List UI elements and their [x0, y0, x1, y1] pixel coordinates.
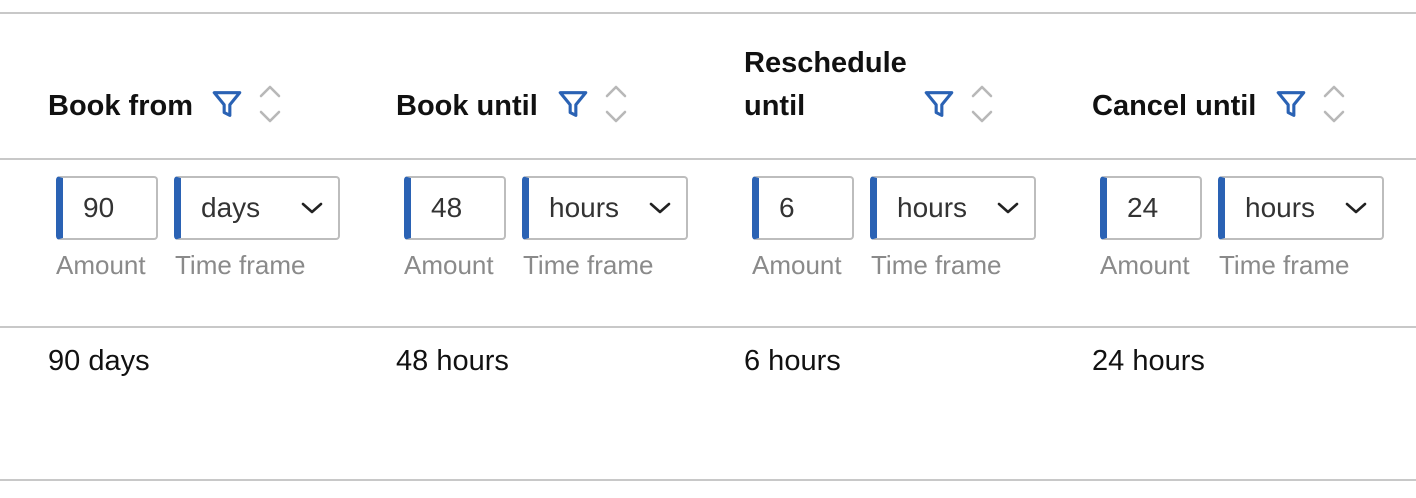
- column-header: Reschedule until: [744, 47, 1044, 138]
- timeframe-value: hours: [897, 192, 968, 223]
- amount-caption: Amount: [56, 250, 146, 280]
- timeframe-caption: Time frame: [175, 250, 306, 280]
- column-title: Book from: [48, 90, 193, 122]
- amount-value: 48: [431, 192, 463, 223]
- timeframe-value: days: [201, 192, 261, 223]
- chevron-down-icon: [1344, 200, 1368, 216]
- column-header: Cancel until: [1092, 48, 1392, 138]
- filter-icon[interactable]: [556, 87, 590, 121]
- table-top-divider: [0, 12, 1416, 14]
- amount-input[interactable]: 6: [752, 176, 854, 240]
- timeframe-select[interactable]: hours: [522, 176, 688, 240]
- filter-row-divider: [0, 326, 1416, 328]
- amount-value: 90: [83, 192, 115, 223]
- cell-value: 6 hours: [744, 345, 841, 377]
- sort-icon[interactable]: [970, 84, 994, 124]
- header-actions: [210, 84, 282, 124]
- column-header: Book until: [396, 48, 696, 138]
- timeframe-caption: Time frame: [871, 250, 1002, 280]
- amount-input[interactable]: 48: [404, 176, 506, 240]
- amount-caption: Amount: [404, 250, 494, 280]
- timeframe-select[interactable]: days: [174, 176, 340, 240]
- amount-input[interactable]: 24: [1100, 176, 1202, 240]
- filter-icon[interactable]: [210, 87, 244, 121]
- column-title: Reschedule until: [744, 47, 907, 122]
- sort-icon[interactable]: [604, 84, 628, 124]
- timeframe-select[interactable]: hours: [870, 176, 1036, 240]
- chevron-down-icon: [996, 200, 1020, 216]
- timeframe-caption: Time frame: [1219, 250, 1350, 280]
- cell-value: 24 hours: [1092, 345, 1205, 377]
- amount-caption: Amount: [1100, 250, 1190, 280]
- amount-value: 24: [1127, 192, 1159, 223]
- timeframe-value: hours: [549, 192, 620, 223]
- header-actions: [1274, 84, 1346, 124]
- header-actions: [556, 84, 628, 124]
- timeframe-value: hours: [1245, 192, 1316, 223]
- column-title: Book until: [396, 90, 538, 122]
- amount-value: 6: [779, 192, 795, 223]
- filter-icon[interactable]: [1274, 87, 1308, 121]
- timeframe-caption: Time frame: [523, 250, 654, 280]
- table-bottom-divider: [0, 479, 1416, 481]
- sort-icon[interactable]: [258, 84, 282, 124]
- amount-input[interactable]: 90: [56, 176, 158, 240]
- header-actions: [922, 84, 994, 124]
- cell-value: 90 days: [48, 345, 150, 377]
- column-header: Book from: [48, 48, 348, 138]
- cell-value: 48 hours: [396, 345, 509, 377]
- timeframe-select[interactable]: hours: [1218, 176, 1384, 240]
- sort-icon[interactable]: [1322, 84, 1346, 124]
- chevron-down-icon: [300, 200, 324, 216]
- chevron-down-icon: [648, 200, 672, 216]
- filter-icon[interactable]: [922, 87, 956, 121]
- column-title: Cancel until: [1092, 90, 1257, 122]
- amount-caption: Amount: [752, 250, 842, 280]
- header-divider: [0, 158, 1416, 160]
